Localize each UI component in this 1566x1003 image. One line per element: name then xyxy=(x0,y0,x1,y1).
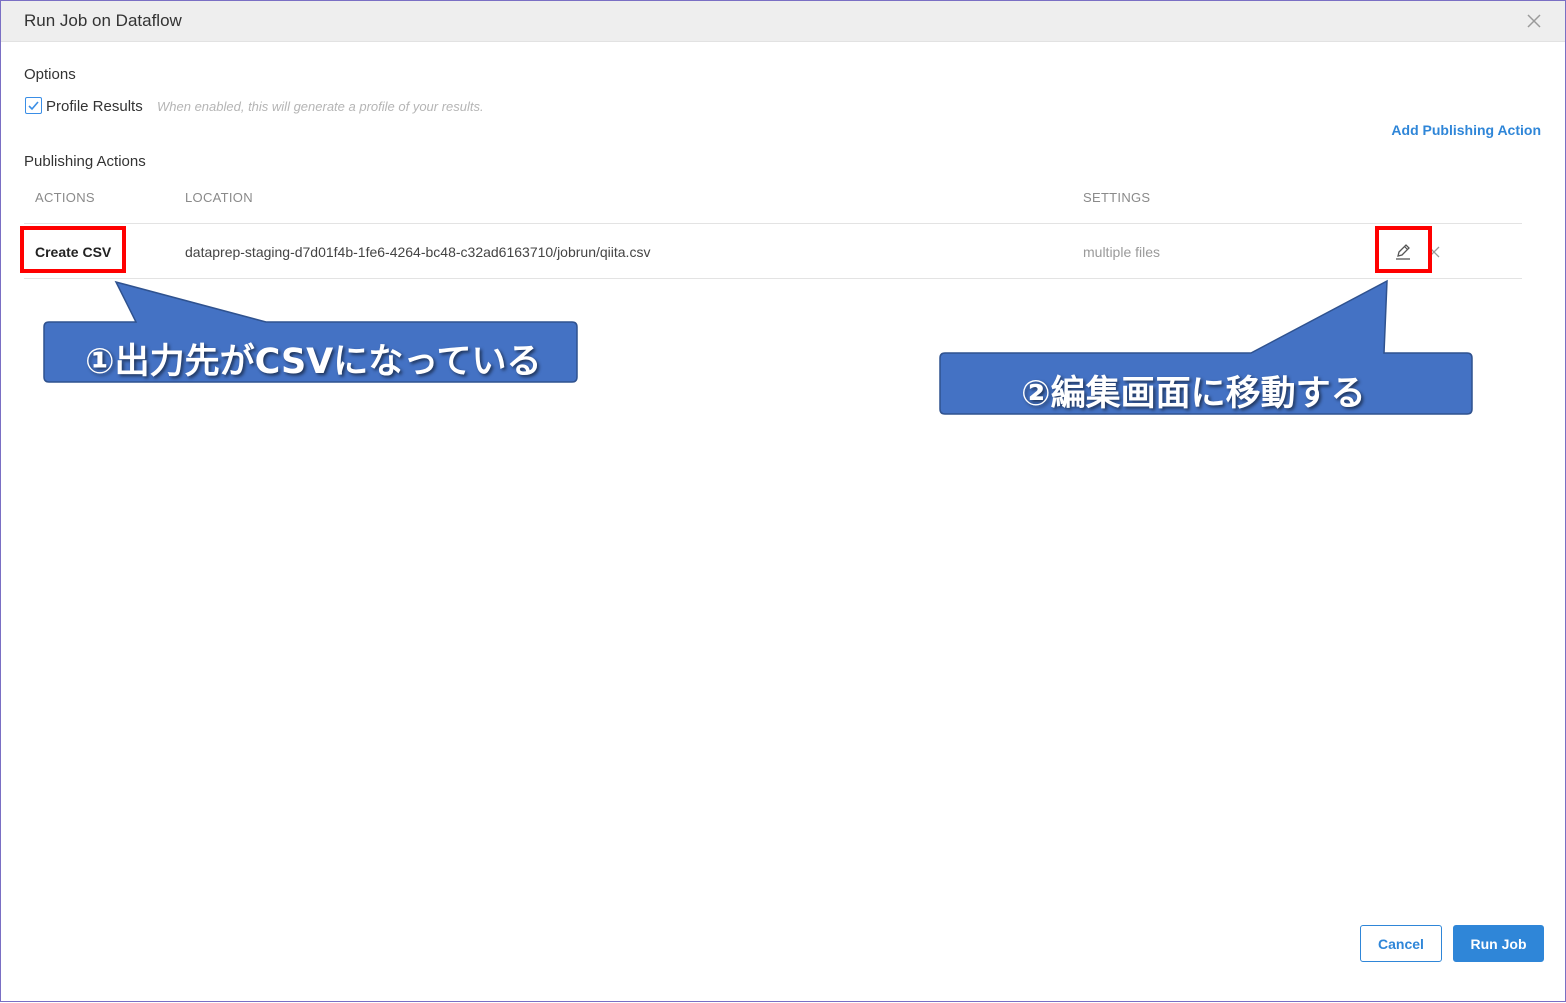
cancel-button[interactable]: Cancel xyxy=(1360,925,1442,962)
callout1-text: ①出力先がCSVになっている xyxy=(85,342,542,382)
run-job-dialog: Run Job on Dataflow Options Profile Resu… xyxy=(0,0,1566,1002)
run-job-button[interactable]: Run Job xyxy=(1453,925,1544,962)
callout2-text: ②編集画面に移動する xyxy=(1021,374,1366,414)
callout-shapes xyxy=(43,279,1473,415)
